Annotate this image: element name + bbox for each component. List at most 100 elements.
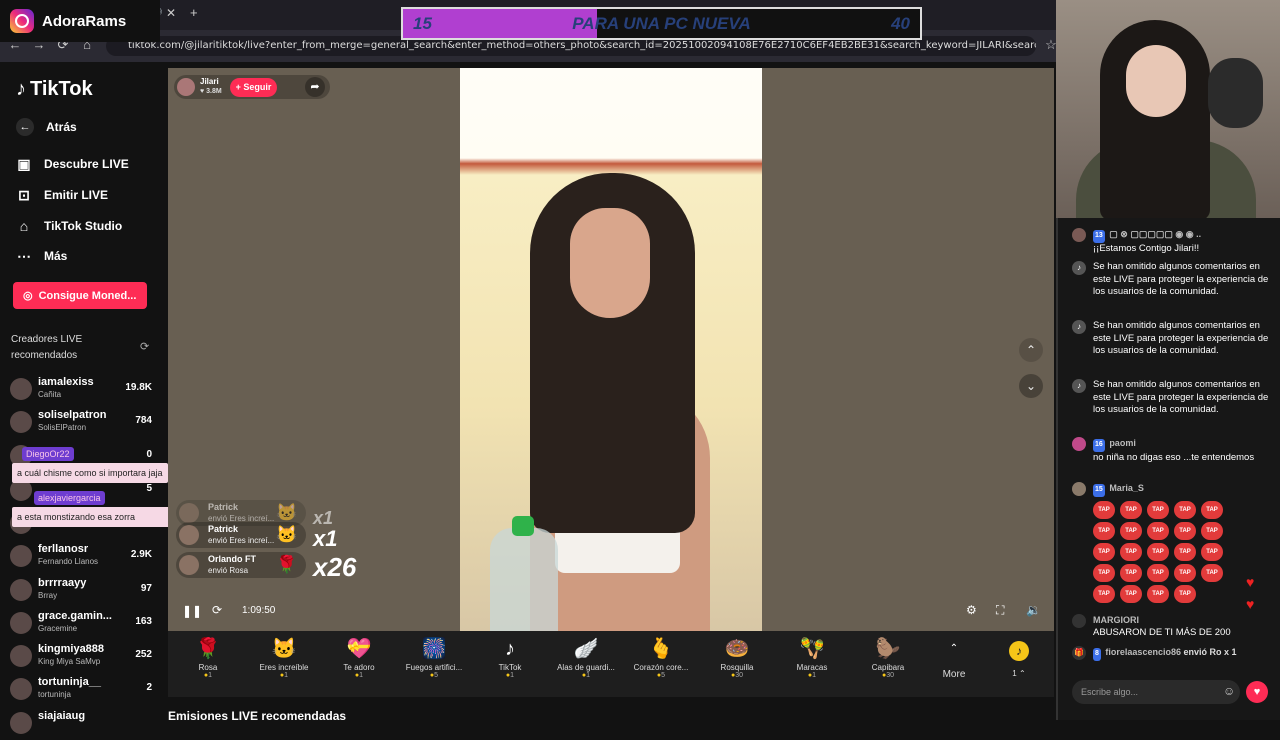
avatar [1072, 482, 1086, 496]
more-gifts-button[interactable]: ⌃ More [924, 635, 984, 693]
tap-sticker: TAP [1093, 542, 1115, 561]
fullscreen-icon[interactable]: ⛶ [996, 603, 1004, 618]
viewer-count: 2.9K [130, 549, 152, 560]
avatar [10, 545, 32, 567]
creator-row[interactable]: siajaiaug [10, 710, 152, 740]
gift-te-adoro[interactable]: 💝 Te adoro 1 [323, 635, 395, 693]
gift-name: Rosa [198, 663, 218, 672]
get-coins-button[interactable]: ◎ Consigue Moned... [13, 282, 147, 309]
chat-message: MARGIORI ABUSARON DE TI MÁS DE 200 [1072, 614, 1272, 639]
volume-icon[interactable]: 🔉 [1026, 603, 1041, 617]
chat-message: 13 ▢ ⊗ ▢▢▢▢▢ ◉ ◉ .. ¡¡Estamos Contigo Ji… [1072, 228, 1272, 255]
instagram-icon [10, 9, 34, 33]
viewer-count: 5 [146, 483, 152, 494]
pause-icon[interactable]: ❚❚ [182, 604, 202, 618]
chat-user: paomi [1109, 438, 1136, 448]
chevron-down-icon[interactable]: ⌄ [1019, 374, 1043, 398]
new-tab-icon[interactable]: + [190, 5, 198, 20]
chat-input[interactable]: Escribe algo... [1072, 680, 1240, 704]
gift-price: 5 [398, 672, 470, 679]
chat-text: Se han omitido algunos comentarios en es… [1093, 261, 1269, 297]
coin-icon: ◎ [23, 290, 33, 302]
gift-rosa[interactable]: 🌹 Rosa 1 [172, 635, 244, 693]
nav-tiktok-studio[interactable]: ⌂ TikTok Studio [16, 215, 122, 237]
coin-balance[interactable]: ♪ 1 ⌃ [984, 635, 1054, 693]
viewer-count: 163 [135, 616, 152, 627]
tap-sticker: TAP [1201, 542, 1223, 561]
tap-sticker: TAP [1093, 584, 1115, 603]
studio-icon: ⌂ [19, 218, 29, 234]
gift-capibara[interactable]: 🦫 Capibara 30 [852, 635, 924, 693]
gift-rosquilla[interactable]: 🍩 Rosquilla 30 [701, 635, 773, 693]
tap-sticker: TAP [1147, 521, 1169, 540]
nav-go-live[interactable]: ⊡ Emitir LIVE [16, 184, 108, 206]
nav-discover-live[interactable]: ▣ Descubre LIVE [16, 153, 128, 175]
creator-name: kingmiya888 [38, 643, 105, 655]
avatar [179, 555, 199, 575]
share-icon[interactable]: ➦ [305, 77, 325, 97]
cat-icon: 🐱 [276, 525, 298, 544]
tap-sticker: TAP [1201, 500, 1223, 519]
overlay-brand: AdoraRams [0, 0, 160, 42]
creator-row[interactable]: kingmiya888 King Miya SaMvp 252 [10, 643, 152, 673]
gift-tiktok[interactable]: ♪ TikTok 1 [474, 635, 546, 693]
gift-price: 1 [474, 672, 546, 679]
chat-message: 🎁 8 fiorelaascencio86 envió Ro x 1 [1072, 646, 1272, 661]
gift-maracas[interactable]: 🪇 Maracas 1 [776, 635, 848, 693]
creator-sub: Fernando Llanos [38, 557, 99, 566]
reload-stream-icon[interactable]: ⟳ [212, 603, 222, 617]
avatar [1072, 614, 1086, 628]
sidebar: ♪ TikTok ← Atrás ▣ Descubre LIVE ⊡ Emiti… [0, 62, 162, 734]
settings-icon[interactable]: ⚙ [966, 603, 977, 617]
creator-row[interactable]: brrrraayy Brray 97 [10, 577, 152, 607]
like-button[interactable]: ♥ [1246, 681, 1268, 703]
live-video[interactable] [460, 68, 762, 631]
tiktok-logo[interactable]: ♪ TikTok [16, 78, 93, 101]
balance-value: 1 [1012, 669, 1017, 678]
chat-user: MARGIORI [1093, 615, 1139, 625]
gift-alas[interactable]: 🪽 Alas de guardi... 1 [550, 635, 622, 693]
gift-price: 5 [625, 672, 697, 679]
maracas-icon: 🪇 [799, 638, 825, 660]
tiktok-note-icon: ♪ [1072, 379, 1086, 393]
gift-name: Eres increíble [259, 663, 309, 672]
gift-price: 1 [550, 672, 622, 679]
chevron-up-icon[interactable]: ⌃ [1019, 338, 1043, 362]
gift-eres-increible[interactable]: 🐱 Eres increíble 1 [248, 635, 320, 693]
tap-sticker: TAP [1147, 584, 1169, 603]
nav-more[interactable]: ⋯ Más [16, 245, 67, 267]
creator-row[interactable]: tortuninja__ tortuninja 2 [10, 676, 152, 706]
nav-label: Más [44, 249, 68, 263]
gift-name: Corazón core... [633, 663, 689, 672]
follow-button[interactable]: + Seguir [229, 77, 278, 97]
back-link[interactable]: ← Atrás [16, 116, 77, 138]
recommended-lives-title: Emisiones LIVE recomendadas [168, 709, 347, 723]
gift-fuegos[interactable]: 🎆 Fuegos artifici... 5 [398, 635, 470, 693]
back-label: Atrás [46, 120, 77, 134]
refresh-icon[interactable]: ⟳ [140, 340, 149, 353]
creator-row[interactable]: iamalexiss Cañita 19.8K [10, 376, 152, 406]
tiktok-note-icon: ♪ [1072, 261, 1086, 275]
gift-name: Maracas [796, 663, 828, 672]
cat-icon: 🐱 [271, 638, 297, 660]
avatar [10, 378, 32, 400]
overlay-chat-message: a cuál chisme como si importara jaja [12, 463, 168, 483]
fireworks-icon: 🎆 [421, 638, 447, 660]
goal-bar: 15 PARA UNA PC NUEVA 40 [401, 7, 922, 40]
creator-row[interactable]: grace.gamin... Gracemine 163 [10, 610, 152, 640]
gift-corazon[interactable]: 🫰 Corazón core... 5 [625, 635, 697, 693]
close-tab-icon[interactable]: ✕ [166, 6, 176, 20]
gift-multiplier: x26 [313, 552, 357, 582]
chat-text: ¡¡Estamos Contigo Jilari!! [1093, 242, 1200, 254]
tap-sticker: TAP [1120, 542, 1142, 561]
emoji-icon[interactable]: ☺ [1223, 684, 1235, 698]
level-badge: 15 [1093, 484, 1105, 497]
coin-icon: ♪ [1009, 641, 1029, 661]
goal-label: PARA UNA PC NUEVA [572, 13, 751, 33]
chat-message: ♪ Se han omitido algunos comentarios en … [1072, 379, 1272, 417]
creator-row[interactable]: ferllanosr Fernando Llanos 2.9K [10, 543, 152, 573]
tap-sticker: TAP [1201, 521, 1223, 540]
creator-row[interactable]: soliselpatron SolisElPatron 784 [10, 409, 152, 439]
water-bottle [490, 528, 558, 631]
creator-name: grace.gamin... [38, 610, 112, 622]
